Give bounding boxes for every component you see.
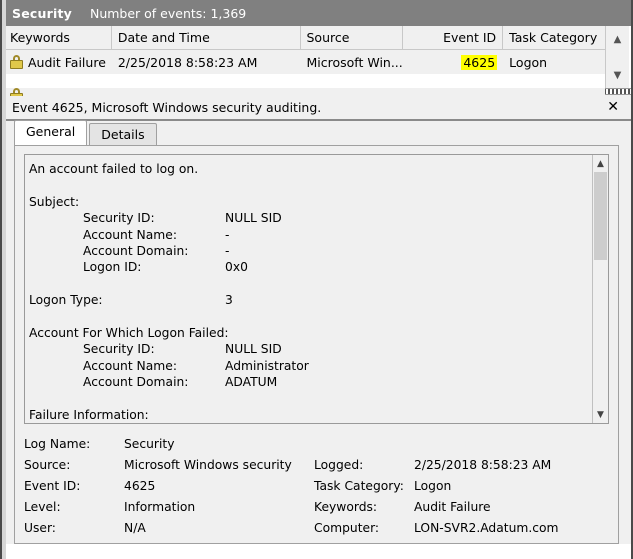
event-list: Keywords Date and Time Source Event ID T… [2, 26, 631, 96]
meta-value: Logon [414, 478, 452, 493]
field-value: 0x0 [225, 260, 248, 275]
meta-label: Event ID: [24, 478, 81, 493]
event-list-header: Keywords Date and Time Source Event ID T… [4, 26, 605, 50]
meta-value: Audit Failure [414, 499, 491, 514]
meta-value: LON-SVR2.Adatum.com [414, 520, 559, 535]
event-detail-header: Event 4625, Microsoft Windows security a… [2, 95, 631, 121]
tab-general[interactable]: General [14, 120, 88, 145]
meta-value: N/A [124, 520, 146, 535]
left-edge-stripe [2, 0, 6, 559]
field-value: 3 [225, 293, 233, 308]
cell-source: Microsoft Win... [306, 54, 403, 70]
field-logon-type: Logon Type: 3 [29, 292, 591, 308]
event-viewer-window: Security Number of events: 1,369 Keyword… [0, 0, 633, 559]
meta-row-opcode: OpCode: Info [24, 538, 609, 544]
section-title-subject: Subject: [29, 194, 80, 209]
field-label: Account Domain: [83, 243, 189, 258]
scroll-down-icon[interactable]: ▼ [593, 407, 608, 422]
meta-value: Information [124, 499, 196, 514]
column-header-event-id[interactable]: Event ID [403, 26, 504, 49]
field-label: Security ID: [83, 211, 155, 226]
scroll-up-icon[interactable]: ▲ [593, 156, 608, 171]
event-list-scrollbar[interactable]: ▲ ▼ [605, 26, 629, 88]
meta-row-source: Source: Microsoft Windows security Logge… [24, 454, 609, 475]
meta-label: Source: [24, 457, 71, 472]
general-tab-panel: An account failed to log on. Subject: Se… [14, 145, 619, 544]
field-logon-id: Logon ID: 0x0 [29, 259, 591, 275]
cell-keywords: Audit Failure [4, 55, 112, 70]
meta-label: User: [24, 520, 56, 535]
event-description-box[interactable]: An account failed to log on. Subject: Se… [24, 154, 609, 424]
event-metadata-grid: Log Name: Security Source: Microsoft Win… [24, 433, 609, 544]
event-list-grid: Keywords Date and Time Source Event ID T… [4, 26, 605, 88]
scrollbar-thumb[interactable] [594, 172, 607, 260]
event-description-text: An account failed to log on. Subject: Se… [25, 155, 591, 423]
field-label: Logon Type: [29, 293, 103, 308]
event-id-value: 4625 [461, 54, 498, 70]
table-row[interactable]: Audit Failure 2/25/2018 8:58:23 AM Micro… [4, 50, 605, 74]
detail-tabs: General Details [2, 120, 631, 146]
event-list-row-partial[interactable] [4, 88, 605, 96]
field-failed-account-domain: Account Domain: ADATUM [29, 374, 591, 390]
cell-date-and-time: 2/25/2018 8:58:23 AM [117, 54, 258, 70]
meta-value: Microsoft Windows security [124, 457, 292, 472]
meta-label: OpCode: [24, 542, 124, 544]
field-label: Account Name: [83, 358, 177, 373]
meta-label: Log Name: [24, 436, 91, 451]
field-account-name: Account Name: - [29, 227, 591, 243]
field-failed-security-id: Security ID: NULL SID [29, 341, 591, 357]
meta-value: Info [124, 542, 314, 544]
close-icon[interactable]: ✕ [607, 100, 619, 114]
field-value: NULL SID [225, 211, 282, 226]
field-value: ADATUM [225, 375, 278, 390]
meta-label: Computer: [314, 520, 380, 535]
meta-row-user: User: N/A Computer: LON-SVR2.Adatum.com [24, 517, 609, 538]
meta-value: 4625 [124, 478, 156, 493]
log-title-bar: Security Number of events: 1,369 [2, 0, 631, 26]
tab-details[interactable]: Details [89, 123, 157, 146]
meta-row-level: Level: Information Keywords: Audit Failu… [24, 496, 609, 517]
scroll-up-icon[interactable]: ▲ [606, 28, 629, 50]
field-value: NULL SID [225, 342, 282, 357]
section-title-account-failed: Account For Which Logon Failed: [29, 325, 229, 340]
meta-label: Keywords: [314, 499, 378, 514]
field-security-id: Security ID: NULL SID [29, 210, 591, 226]
section-title-failure-information: Failure Information: [29, 407, 149, 422]
field-label: Logon ID: [83, 260, 142, 275]
field-failed-account-name: Account Name: Administrator [29, 358, 591, 374]
description-heading: An account failed to log on. [29, 162, 199, 176]
meta-row-log-name: Log Name: Security [24, 433, 609, 454]
description-scrollbar[interactable]: ▲ ▼ [592, 155, 608, 423]
field-value: - [225, 227, 230, 242]
cell-event-id: 4625 [403, 54, 503, 70]
column-header-keywords[interactable]: Keywords [4, 26, 112, 49]
meta-row-event-id: Event ID: 4625 Task Category: Logon [24, 475, 609, 496]
field-value: - [225, 243, 230, 258]
keywords-value: Audit Failure [28, 54, 106, 70]
log-name-label: Security [12, 5, 72, 21]
field-account-domain: Account Domain: - [29, 243, 591, 259]
field-label: Account Domain: [83, 375, 189, 390]
meta-label: Level: [24, 499, 61, 514]
meta-label: Logged: [314, 457, 364, 472]
column-header-source[interactable]: Source [301, 26, 404, 49]
meta-value: 2/25/2018 8:58:23 AM [414, 457, 552, 472]
cell-task-category: Logon [509, 54, 548, 70]
meta-value: Security [124, 436, 175, 451]
event-count-label: Number of events: 1,369 [89, 5, 247, 21]
event-detail-pane: Event 4625, Microsoft Windows security a… [2, 95, 631, 544]
column-header-date-and-time[interactable]: Date and Time [112, 26, 301, 49]
event-detail-title: Event 4625, Microsoft Windows security a… [12, 99, 322, 115]
field-label: Security ID: [83, 342, 155, 357]
column-header-task-category[interactable]: Task Category [503, 26, 605, 49]
field-value: Administrator [225, 358, 309, 373]
lock-icon [10, 55, 23, 69]
meta-label: Task Category: [314, 478, 404, 493]
field-label: Account Name: [83, 227, 177, 242]
scroll-down-icon[interactable]: ▼ [606, 64, 629, 86]
